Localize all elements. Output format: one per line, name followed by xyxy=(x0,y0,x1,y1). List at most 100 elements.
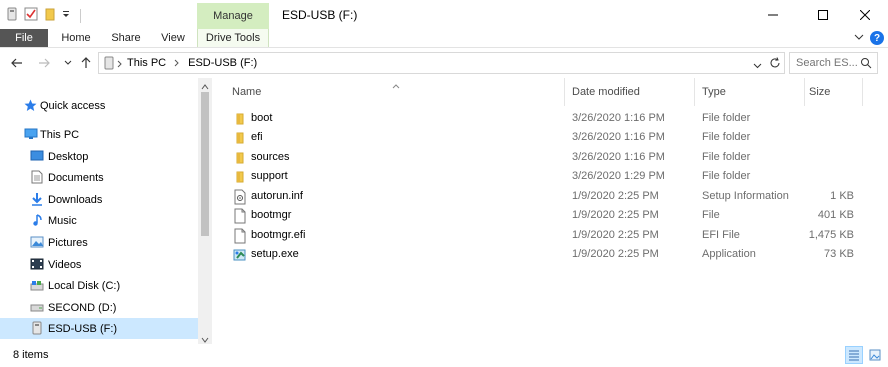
file-date: 1/9/2020 2:25 PM xyxy=(572,209,659,221)
minimize-button[interactable] xyxy=(750,0,796,29)
column-divider[interactable] xyxy=(694,78,695,106)
star-icon xyxy=(24,99,37,115)
file-row[interactable]: sources 3/26/2020 1:16 PM File folder xyxy=(230,148,868,168)
minimize-icon xyxy=(768,14,778,15)
file-icon xyxy=(232,228,248,244)
nav-item-label: Videos xyxy=(48,258,82,271)
column-divider[interactable] xyxy=(862,78,863,106)
nav-item-label: This PC xyxy=(40,128,80,141)
refresh-icon[interactable] xyxy=(769,57,781,72)
file-type: File folder xyxy=(702,131,751,143)
tab-share[interactable]: Share xyxy=(102,29,150,47)
breadcrumb-separator-icon[interactable] xyxy=(117,59,123,71)
large-icons-view-button[interactable] xyxy=(866,346,884,364)
file-type: File folder xyxy=(702,151,751,163)
file-size: 401 KB xyxy=(817,209,854,221)
file-row[interactable]: bootmgr 1/9/2020 2:25 PM File 401 KB xyxy=(230,206,868,226)
recent-locations-button[interactable] xyxy=(61,56,75,70)
new-folder-icon[interactable] xyxy=(44,7,56,24)
nav-item-videos[interactable]: Videos xyxy=(0,254,198,275)
file-size: 1 KB xyxy=(830,190,854,202)
chevron-right-icon[interactable] xyxy=(174,59,180,67)
expand-ribbon-icon[interactable] xyxy=(854,32,864,44)
file-icon xyxy=(232,208,248,224)
file-name: bootmgr.efi xyxy=(251,229,306,241)
column-header-name[interactable]: Name xyxy=(230,78,558,106)
column-header-type[interactable]: Type xyxy=(702,78,802,106)
drive-icon[interactable] xyxy=(6,7,18,24)
file-date: 3/26/2020 1:16 PM xyxy=(572,131,665,143)
nav-item-second-d[interactable]: SECOND (D:) xyxy=(0,297,198,318)
toolbar-divider xyxy=(80,8,81,23)
close-button[interactable] xyxy=(842,0,888,29)
address-dropdown-icon[interactable] xyxy=(753,60,762,72)
up-arrow-icon xyxy=(81,57,91,68)
nav-item-documents[interactable]: Documents xyxy=(0,167,198,188)
tab-drive-tools[interactable]: Drive Tools xyxy=(197,29,269,47)
file-row[interactable]: boot 3/26/2020 1:16 PM File folder xyxy=(230,109,868,129)
nav-item-desktop[interactable]: Desktop xyxy=(0,146,198,167)
nav-item-pictures[interactable]: Pictures xyxy=(0,232,198,253)
column-divider[interactable] xyxy=(804,78,805,106)
file-name: boot xyxy=(251,112,273,124)
column-divider[interactable] xyxy=(564,78,565,106)
customize-toolbar-icon[interactable] xyxy=(62,9,70,22)
tab-file[interactable]: File xyxy=(0,29,48,47)
file-row[interactable]: support 3/26/2020 1:29 PM File folder xyxy=(230,167,868,187)
details-view-button[interactable] xyxy=(845,346,863,364)
file-type: File folder xyxy=(702,170,751,182)
nav-item-label: ESD-USB (F:) xyxy=(48,322,118,335)
file-list: Name Date modified Type Size boot 3/26/2… xyxy=(212,78,888,344)
file-name: setup.exe xyxy=(251,248,299,260)
drive-icon xyxy=(30,280,44,294)
nav-item-downloads[interactable]: Downloads xyxy=(0,189,198,210)
desktop-icon xyxy=(30,150,44,165)
folder-icon xyxy=(232,150,248,166)
properties-icon[interactable] xyxy=(24,7,38,24)
file-row[interactable]: autorun.inf 1/9/2020 2:25 PM Setup Infor… xyxy=(230,187,868,207)
back-button[interactable] xyxy=(10,56,24,70)
downloads-icon xyxy=(31,192,43,209)
navigation-pane: Quick access This PC Desktop Documents D… xyxy=(0,78,212,344)
nav-item-local-disk-c[interactable]: Local Disk (C:) xyxy=(0,275,198,296)
file-date: 3/26/2020 1:29 PM xyxy=(572,170,665,182)
setup-info-icon xyxy=(232,189,248,205)
file-row[interactable]: setup.exe 1/9/2020 2:25 PM Application 7… xyxy=(230,245,868,265)
tab-home[interactable]: Home xyxy=(52,29,100,47)
breadcrumb-esd-usb[interactable]: ESD-USB (F:) xyxy=(188,57,257,69)
window-title: ESD-USB (F:) xyxy=(282,8,358,22)
file-size: 1,475 KB xyxy=(808,229,854,241)
drive-icon xyxy=(104,56,114,73)
forward-button[interactable] xyxy=(37,56,51,70)
file-date: 3/26/2020 1:16 PM xyxy=(572,151,665,163)
help-icon[interactable]: ? xyxy=(870,31,884,45)
column-header-date-modified[interactable]: Date modified xyxy=(572,78,692,106)
nav-scroll-thumb[interactable] xyxy=(201,92,209,236)
breadcrumb-this-pc[interactable]: This PC xyxy=(127,57,166,69)
file-row[interactable]: efi 3/26/2020 1:16 PM File folder xyxy=(230,128,868,148)
search-icon[interactable] xyxy=(860,57,872,72)
nav-item-label: Local Disk (C:) xyxy=(48,279,121,292)
file-type: EFI File xyxy=(702,229,740,241)
file-name: bootmgr xyxy=(251,209,292,221)
music-icon xyxy=(32,213,44,230)
nav-item-music[interactable]: Music xyxy=(0,210,198,231)
maximize-button[interactable] xyxy=(800,0,846,29)
nav-item-esd-usb-f[interactable]: ESD-USB (F:) xyxy=(0,318,198,339)
nav-item-label: Music xyxy=(48,214,77,227)
tab-view[interactable]: View xyxy=(150,29,196,47)
manage-contextual-tab[interactable]: Manage xyxy=(197,3,269,29)
address-bar[interactable]: This PC ESD-USB (F:) xyxy=(98,52,785,74)
file-type: Setup Information xyxy=(702,190,789,202)
file-date: 3/26/2020 1:16 PM xyxy=(572,112,665,124)
nav-item-label: Documents xyxy=(48,171,104,184)
nav-item-this-pc[interactable]: This PC xyxy=(0,124,198,145)
nav-item-quick-access[interactable]: Quick access xyxy=(0,95,198,116)
up-button[interactable] xyxy=(79,56,93,70)
file-date: 1/9/2020 2:25 PM xyxy=(572,190,659,202)
column-header-size[interactable]: Size xyxy=(809,78,869,106)
file-row[interactable]: bootmgr.efi 1/9/2020 2:25 PM EFI File 1,… xyxy=(230,226,868,246)
address-row: This PC ESD-USB (F:) xyxy=(0,48,888,78)
setup-exe-icon xyxy=(232,247,248,263)
search-input[interactable] xyxy=(796,56,860,70)
